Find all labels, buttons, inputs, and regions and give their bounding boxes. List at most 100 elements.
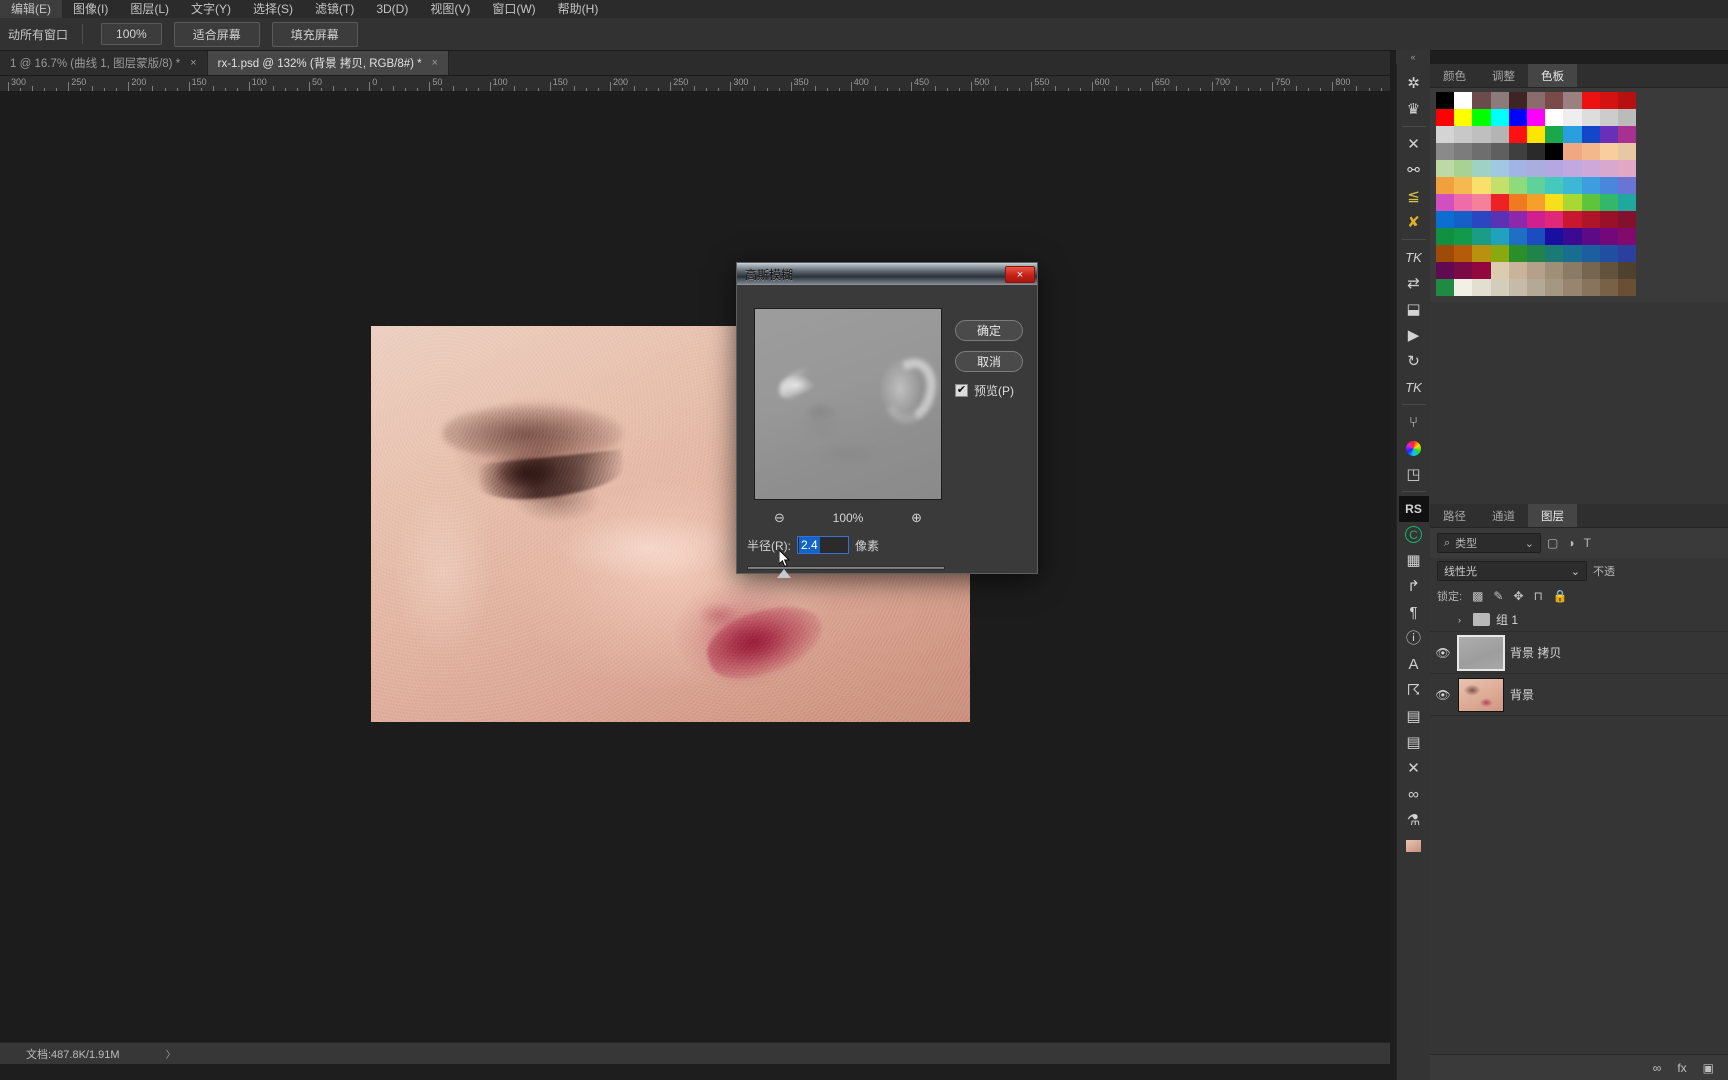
swatch-cell[interactable] — [1490, 126, 1509, 143]
swatch-cell[interactable] — [1545, 211, 1564, 228]
tab-swatches[interactable]: 色板 — [1528, 64, 1577, 87]
swatch-cell[interactable] — [1563, 160, 1582, 177]
layer-row-background[interactable]: 👁 背景 — [1430, 674, 1728, 716]
swatch-cell[interactable] — [1599, 143, 1618, 160]
type-layer-filter-icon[interactable]: T — [1584, 536, 1591, 550]
swatch-cell[interactable] — [1545, 228, 1564, 245]
swatch-cell[interactable] — [1436, 177, 1455, 194]
swatch-cell[interactable] — [1581, 228, 1600, 245]
swatch-cell[interactable] — [1436, 143, 1455, 160]
swatch-cell[interactable] — [1526, 177, 1546, 194]
swatch-cell[interactable] — [1490, 262, 1509, 279]
layer-thumbnail[interactable] — [1458, 677, 1504, 712]
tk-icon[interactable]: TK — [1399, 244, 1429, 270]
swatch-cell[interactable] — [1436, 194, 1455, 211]
layer-row-group[interactable]: › 组 1 — [1430, 608, 1728, 632]
swatch-cell[interactable] — [1454, 160, 1473, 177]
swatch-cell[interactable] — [1581, 109, 1600, 126]
swatch-cell[interactable] — [1563, 245, 1582, 262]
swatch-cell[interactable] — [1563, 109, 1582, 126]
swatch-cell[interactable] — [1617, 143, 1637, 160]
swatch-cell[interactable] — [1581, 143, 1600, 160]
swatch-cell[interactable] — [1545, 279, 1564, 296]
swatch-cell[interactable] — [1454, 143, 1473, 160]
grid-icon[interactable]: ▦ — [1399, 547, 1429, 573]
add-mask-icon[interactable]: ▣ — [1703, 1061, 1714, 1075]
swatch-cell[interactable] — [1599, 245, 1618, 262]
swatch-cell[interactable] — [1581, 262, 1600, 279]
checkbox-icon[interactable]: ✔ — [955, 384, 968, 397]
tab-paths[interactable]: 路径 — [1430, 504, 1479, 527]
swatch-cell[interactable] — [1436, 245, 1455, 262]
ok-button[interactable]: 确定 — [955, 320, 1023, 341]
menu-item-layer[interactable]: 图层(L) — [119, 0, 180, 18]
preview-checkbox-row[interactable]: ✔ 预览(P) — [955, 382, 1014, 399]
swatch-cell[interactable] — [1617, 211, 1637, 228]
adjustment-layer-filter-icon[interactable]: ◑ — [1567, 536, 1574, 550]
lock-artboard-icon[interactable]: ⊓ — [1534, 589, 1543, 603]
swatch-cell[interactable] — [1545, 126, 1564, 143]
swatch-cell[interactable] — [1581, 211, 1600, 228]
swatch-cell[interactable] — [1508, 109, 1527, 126]
lock-all-icon[interactable]: 🔒 — [1553, 589, 1568, 603]
swatch-cell[interactable] — [1545, 194, 1564, 211]
swatch-cell[interactable] — [1581, 92, 1600, 109]
swatch-cell[interactable] — [1472, 245, 1491, 262]
swatch-cell[interactable] — [1490, 228, 1509, 245]
swatch-cell[interactable] — [1563, 126, 1582, 143]
menu-item-help[interactable]: 帮助(H) — [547, 0, 610, 18]
sliders-icon[interactable]: ⇄ — [1399, 270, 1429, 296]
swatch-cell[interactable] — [1599, 109, 1618, 126]
zoom-in-icon[interactable]: ⊕ — [911, 510, 922, 526]
swatch-cell[interactable] — [1508, 228, 1527, 245]
swatch-cell[interactable] — [1563, 92, 1582, 109]
status-expand-icon[interactable]: 〉 — [120, 1046, 176, 1061]
c-circle-icon[interactable]: C — [1405, 526, 1422, 543]
notes-icon[interactable]: ▤ — [1399, 729, 1429, 755]
swatch-cell[interactable] — [1508, 245, 1527, 262]
crown-icon[interactable]: ♛ — [1399, 96, 1429, 122]
swatch-cell[interactable] — [1508, 92, 1527, 109]
portrait-icon[interactable] — [1399, 833, 1429, 859]
swatch-cell[interactable] — [1526, 228, 1546, 245]
gaussian-blur-dialog[interactable]: 高斯模糊 × ⊖ 100% ⊕ 半径(R): 2.4 像素 确定 取消 ✔ 预览… — [736, 262, 1038, 578]
swatch-cell[interactable] — [1617, 92, 1637, 109]
swatch-cell[interactable] — [1581, 126, 1600, 143]
swatch-cell[interactable] — [1563, 143, 1582, 160]
swatch-cell[interactable] — [1599, 194, 1618, 211]
swatch-cell[interactable] — [1454, 109, 1473, 126]
info-icon[interactable]: ⓘ — [1399, 625, 1429, 651]
swatch-cell[interactable] — [1581, 194, 1600, 211]
swatch-cell[interactable] — [1472, 194, 1491, 211]
horizontal-ruler[interactable]: 300 250 200 150 100 50 0 50 100 150 200 250 300 350 40… — [0, 76, 1390, 92]
swatch-cell[interactable] — [1454, 194, 1473, 211]
swatch-cell[interactable] — [1454, 92, 1473, 109]
radius-slider-thumb[interactable] — [777, 569, 791, 578]
swatch-cell[interactable] — [1526, 211, 1546, 228]
play-icon[interactable]: ▶ — [1399, 322, 1429, 348]
swatch-cell[interactable] — [1454, 211, 1473, 228]
close-x-icon[interactable]: ✕ — [1399, 131, 1429, 157]
eye-icon[interactable]: 👁 — [1434, 688, 1452, 702]
fx-icon[interactable]: fx — [1677, 1061, 1686, 1075]
swatch-cell[interactable] — [1617, 279, 1637, 296]
cross-tools-icon[interactable]: ✘ — [1399, 209, 1429, 235]
swatch-cell[interactable] — [1490, 177, 1509, 194]
menu-item-type[interactable]: 文字(Y) — [180, 0, 242, 18]
swatch-cell[interactable] — [1545, 160, 1564, 177]
close-icon[interactable]: × — [1005, 266, 1035, 283]
swatch-cell[interactable] — [1526, 126, 1546, 143]
swatch-cell[interactable] — [1490, 245, 1509, 262]
swatch-cell[interactable] — [1581, 245, 1600, 262]
swatch-cell[interactable] — [1563, 211, 1582, 228]
link-icon[interactable]: ∞ — [1399, 781, 1429, 807]
swatch-cell[interactable] — [1545, 262, 1564, 279]
swatch-cell[interactable] — [1472, 279, 1491, 296]
swatch-cell[interactable] — [1617, 245, 1637, 262]
swatch-cell[interactable] — [1508, 279, 1527, 296]
cube-icon[interactable]: ⬓ — [1399, 296, 1429, 322]
swatch-cell[interactable] — [1508, 194, 1527, 211]
swatches-grid[interactable] — [1430, 88, 1728, 302]
document-tab-1[interactable]: 1 @ 16.7% (曲线 1, 图层蒙版/8) * × — [0, 51, 208, 75]
swatch-cell[interactable] — [1472, 262, 1491, 279]
